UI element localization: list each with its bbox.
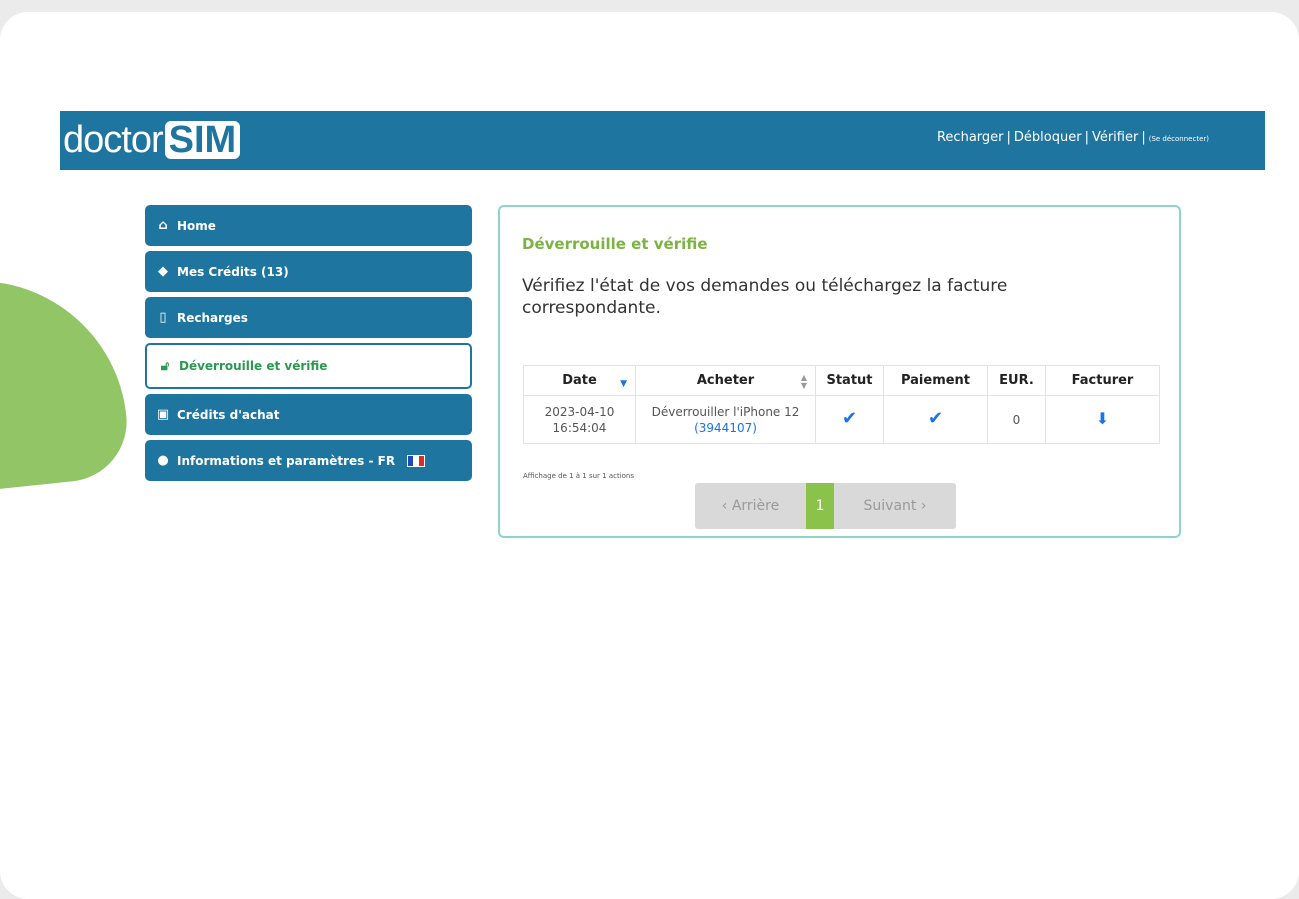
column-header-facturer: Facturer	[1045, 365, 1160, 396]
column-header-date[interactable]: Date ▼	[523, 365, 636, 396]
column-header-paiement: Paiement	[883, 365, 988, 396]
sidebar-item-credits[interactable]: ◆ Mes Crédits (13)	[145, 251, 472, 292]
sidebar-item-label: Crédits d'achat	[177, 407, 280, 422]
column-header-label: Acheter	[696, 373, 755, 388]
table-row: 2023-04-10 16:54:04 Déverrouiller l'iPho…	[523, 395, 1160, 444]
date-value: 2023-04-10	[544, 404, 615, 419]
nav-separator: |	[1084, 130, 1089, 145]
nav-separator: |	[1141, 130, 1146, 145]
panel-title: Déverrouille et vérifie	[522, 235, 708, 253]
cell-product: Déverrouiller l'iPhone 12 (3944107)	[635, 395, 816, 444]
column-header-eur: EUR.	[987, 365, 1046, 396]
top-nav: Recharger | Débloquer | Vérifier | (Se d…	[937, 130, 1209, 145]
sidebar: ⌂ Home ◆ Mes Crédits (13) ▯ Recharges 🔓︎…	[145, 205, 472, 486]
sidebar-item-label: Home	[177, 218, 216, 233]
order-id-link[interactable]: (3944107)	[694, 421, 757, 435]
column-header-statut: Statut	[815, 365, 884, 396]
sort-desc-icon: ▼	[620, 379, 627, 389]
nav-debloquer[interactable]: Débloquer	[1014, 130, 1082, 145]
orders-table: Date ▼ Acheter ▲ ▼ Statut Paiement EUR. F…	[523, 365, 1160, 444]
sidebar-item-settings[interactable]: ● Informations et paramètres - FR	[145, 440, 472, 481]
tags-icon: ◆	[158, 264, 168, 279]
logout-link[interactable]: (Se déconnecter)	[1149, 135, 1209, 143]
sidebar-item-label: Informations et paramètres - FR	[177, 453, 396, 468]
sidebar-item-recharges[interactable]: ▯ Recharges	[145, 297, 472, 338]
cell-date: 2023-04-10 16:54:04	[523, 395, 636, 444]
nav-verifier[interactable]: Vérifier	[1092, 130, 1138, 145]
check-icon: ✔	[841, 408, 858, 429]
time-value: 16:54:04	[552, 420, 607, 435]
logo-text: doctor	[63, 118, 164, 161]
table-info: Affichage de 1 à 1 sur 1 actions	[523, 472, 635, 480]
column-header-acheter[interactable]: Acheter ▲ ▼	[635, 365, 816, 396]
sidebar-item-purchase-credits[interactable]: ▣ Crédits d'achat	[145, 394, 472, 435]
product-name: Déverrouiller l'iPhone 12	[651, 404, 800, 419]
orders-panel: Déverrouille et vérifie Vérifiez l'état …	[498, 205, 1181, 538]
money-icon: ▣	[156, 407, 170, 422]
cell-status: ✔	[815, 395, 884, 444]
cell-eur: 0	[987, 395, 1046, 444]
table-header-row: Date ▼ Acheter ▲ ▼ Statut Paiement EUR. F…	[523, 365, 1160, 396]
sort-icon: ▲ ▼	[800, 373, 807, 390]
cell-payment: ✔	[883, 395, 988, 444]
page-card: doctor SIM Recharger | Débloquer | Vérifi…	[0, 12, 1299, 899]
column-header-label: Date	[562, 373, 597, 388]
french-flag-icon	[407, 454, 426, 467]
home-icon: ⌂	[158, 218, 168, 233]
header-bar: doctor SIM Recharger | Débloquer | Vérifi…	[60, 111, 1265, 170]
pagination: ‹ Arrière 1 Suivant ›	[695, 483, 956, 529]
download-icon[interactable]: ⬇	[1096, 409, 1109, 428]
current-page-button[interactable]: 1	[806, 483, 834, 529]
check-icon: ✔	[927, 408, 944, 429]
sidebar-item-label: Mes Crédits (13)	[177, 264, 289, 279]
decorative-blob	[0, 266, 133, 492]
user-icon: ●	[157, 453, 169, 468]
unlock-icon: 🔓︎	[160, 358, 170, 374]
next-page-button[interactable]: Suivant ›	[834, 483, 956, 529]
cell-invoice: ⬇	[1045, 395, 1160, 444]
previous-page-button[interactable]: ‹ Arrière	[695, 483, 806, 529]
sidebar-item-home[interactable]: ⌂ Home	[145, 205, 472, 246]
sidebar-item-unlock-verify[interactable]: 🔓︎ Déverrouille et vérifie	[145, 343, 472, 389]
mobile-icon: ▯	[159, 310, 167, 325]
nav-recharger[interactable]: Recharger	[937, 130, 1004, 145]
nav-separator: |	[1006, 130, 1011, 145]
sidebar-item-label: Déverrouille et vérifie	[179, 359, 328, 373]
sidebar-item-label: Recharges	[177, 310, 248, 325]
panel-description: Vérifiez l'état de vos demandes ou téléc…	[522, 276, 1008, 318]
logo[interactable]: doctor SIM	[63, 118, 241, 162]
logo-sim-box: SIM	[164, 121, 241, 159]
